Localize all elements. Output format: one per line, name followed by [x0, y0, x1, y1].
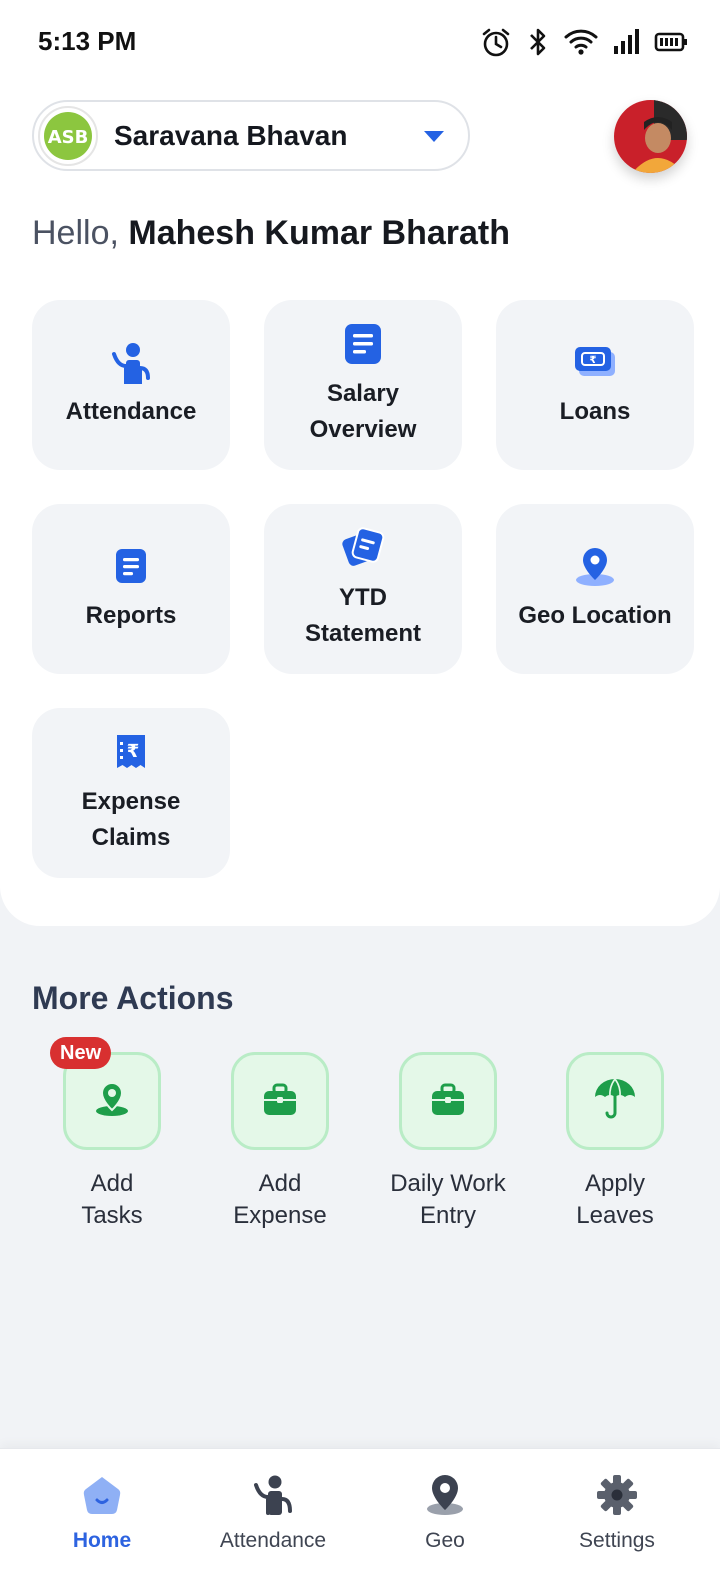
tile-geo-location[interactable]: Geo Location: [496, 504, 694, 674]
company-logo-mark: ASB: [44, 111, 92, 160]
company-selector[interactable]: ASB Saravana Bhavan: [32, 100, 470, 171]
action-label: Add Tasks: [81, 1170, 143, 1229]
tile-salary-overview[interactable]: Salary Overview: [264, 300, 462, 470]
action-label: Daily Work Entry: [390, 1170, 506, 1229]
action-button[interactable]: New: [50, 1037, 161, 1150]
nav-geo[interactable]: Geo: [360, 1471, 530, 1553]
tile-attendance[interactable]: Attendance: [32, 300, 230, 470]
bottom-nav: Home Attendance Geo Settings: [0, 1448, 720, 1570]
svg-text:₹: ₹: [590, 355, 597, 366]
status-bar: 5:13 PM: [0, 0, 720, 84]
action-daily-work-entry[interactable]: Daily Work Entry: [364, 1052, 532, 1232]
nav-label: Attendance: [219, 1529, 327, 1552]
attendance-icon: [249, 1471, 297, 1519]
company-logo: ASB: [38, 105, 98, 166]
location-pin-icon: [421, 1471, 469, 1519]
battery-icon: [654, 30, 688, 54]
nav-home[interactable]: Home: [17, 1471, 187, 1553]
briefcase-icon: [260, 1079, 300, 1124]
tile-label: Salary Overview: [309, 380, 417, 443]
action-add-tasks[interactable]: New Add Tasks: [28, 1037, 196, 1232]
company-name: Saravana Bhavan: [114, 119, 348, 151]
action-button[interactable]: [231, 1052, 329, 1150]
greeting: Hello, Mahesh Kumar Bharath: [32, 214, 510, 253]
umbrella-icon: [593, 1077, 637, 1126]
rupee-receipt-icon: ₹: [109, 730, 153, 774]
signal-icon: [612, 28, 640, 56]
document-icon: [341, 322, 385, 366]
status-icons: [480, 24, 688, 60]
tile-ytd-statement[interactable]: YTD Statement: [264, 504, 462, 674]
report-icon: [109, 544, 153, 588]
action-apply-leaves[interactable]: Apply Leaves: [531, 1052, 699, 1232]
action-button[interactable]: [399, 1052, 497, 1150]
svg-text:₹: ₹: [127, 741, 140, 762]
briefcase-icon: [428, 1079, 468, 1124]
nav-attendance[interactable]: Attendance: [188, 1471, 358, 1553]
greeting-prefix: Hello,: [32, 214, 129, 252]
svg-text:ASB: ASB: [48, 127, 89, 148]
action-label: Add Expense: [233, 1170, 327, 1229]
more-actions-title: More Actions: [32, 980, 234, 1016]
nav-label: Home: [72, 1529, 132, 1552]
nav-settings[interactable]: Settings: [532, 1471, 702, 1553]
alarm-icon: [480, 26, 512, 58]
user-name: Mahesh Kumar Bharath: [128, 214, 511, 252]
tile-label: Attendance: [65, 398, 197, 425]
gear-icon: [593, 1471, 641, 1519]
tile-expense-claims[interactable]: ₹ Expense Claims: [32, 708, 230, 878]
tile-label: Geo Location: [518, 602, 672, 629]
tile-label: Expense Claims: [81, 788, 181, 851]
action-label: Apply Leaves: [576, 1170, 654, 1229]
wifi-icon: [564, 28, 598, 56]
action-add-expense[interactable]: Add Expense: [196, 1052, 364, 1232]
statement-icon: [341, 526, 385, 570]
home-icon: [78, 1471, 126, 1519]
tile-label: YTD Statement: [304, 584, 422, 647]
attendance-icon: [109, 340, 153, 384]
tile-loans[interactable]: ₹ Loans: [496, 300, 694, 470]
action-button[interactable]: [566, 1052, 664, 1150]
task-location-icon: [92, 1079, 132, 1124]
location-pin-icon: [573, 544, 617, 588]
avatar[interactable]: [614, 100, 687, 173]
rupee-cash-icon: ₹: [573, 340, 617, 384]
status-time: 5:13 PM: [38, 26, 137, 56]
tile-label: Loans: [559, 398, 631, 425]
nav-label: Geo: [425, 1529, 465, 1552]
chevron-down-icon[interactable]: [424, 131, 444, 142]
nav-label: Settings: [579, 1529, 655, 1552]
tile-label: Reports: [85, 602, 177, 629]
tile-reports[interactable]: Reports: [32, 504, 230, 674]
new-badge: New: [50, 1037, 112, 1069]
bluetooth-icon: [526, 26, 550, 58]
